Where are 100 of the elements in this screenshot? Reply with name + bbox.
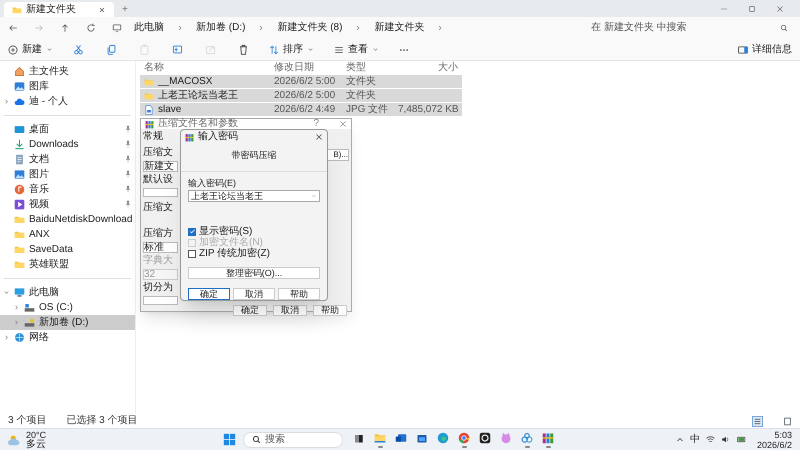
taskbar-search[interactable]: 搜索 — [243, 432, 343, 448]
chevron-down-icon — [3, 289, 10, 296]
breadcrumb[interactable]: 新加卷 (D:) — [196, 23, 246, 33]
sidebar-item[interactable]: SaveData — [0, 242, 135, 257]
view-button[interactable]: 查看 — [334, 44, 379, 54]
filename-field[interactable]: 新建文 — [143, 161, 178, 172]
new-button[interactable]: 新建 — [8, 44, 53, 54]
rename-icon[interactable] — [172, 44, 183, 55]
dialog-button[interactable]: 帮助 — [313, 305, 347, 316]
details-button[interactable]: 详细信息 — [738, 44, 792, 54]
checkbox-option[interactable]: 显示密码(S) — [188, 226, 320, 237]
copy-icon[interactable] — [106, 44, 117, 55]
organize-passwords-button[interactable]: 整理密码(O)... — [188, 267, 320, 279]
battery-icon[interactable] — [736, 435, 747, 444]
dialog-label: 默认设 — [143, 175, 174, 185]
help-button[interactable]: ? — [313, 119, 319, 129]
weather-widget[interactable]: 20°C 多云 — [8, 430, 128, 450]
folder-icon — [12, 4, 22, 14]
sort-button[interactable]: 排序 — [269, 44, 314, 54]
text-field[interactable] — [143, 296, 178, 305]
file-row[interactable]: __MACOSX 2026/6/2 5:00 文件夹 — [140, 75, 462, 88]
column-header[interactable]: 类型 — [342, 63, 394, 73]
file-date: 2026/6/2 5:00 — [273, 90, 336, 100]
file-date: 2026/6/2 5:00 — [273, 76, 336, 86]
cut-icon[interactable] — [73, 44, 84, 55]
folder-icon — [144, 76, 154, 86]
sidebar-item[interactable]: Downloads — [0, 137, 135, 152]
sidebar-item[interactable]: ANX — [0, 227, 135, 242]
caret-icon — [46, 46, 53, 53]
column-header[interactable]: 名称 — [140, 63, 270, 73]
text-field[interactable] — [143, 188, 178, 197]
dialog-button[interactable]: 确定 — [188, 288, 230, 300]
browser-tab[interactable]: 新建文件夹 — [4, 2, 114, 17]
dialog-button[interactable]: 取消 — [273, 305, 307, 316]
pictures-icon — [14, 169, 25, 180]
details-view-button[interactable] — [752, 416, 763, 426]
mail-icon — [395, 432, 407, 444]
refresh-icon[interactable] — [86, 23, 96, 33]
drive-icon — [24, 317, 35, 328]
address-bar[interactable]: 此电脑 新加卷 (D:) 新建文件夹 (8) 新建文件夹 — [112, 19, 571, 37]
file-row[interactable]: 上老王论坛当老王 2026/6/2 5:00 文件夹 — [140, 89, 462, 102]
browse-button[interactable]: B)... — [327, 149, 349, 161]
column-header[interactable]: 大小 — [394, 63, 462, 73]
dialog-tab[interactable]: 常规 — [143, 132, 178, 142]
up-icon[interactable] — [60, 23, 70, 33]
sidebar-item[interactable]: OS (C:) — [0, 300, 135, 315]
checkbox-option[interactable]: ZIP 传统加密(Z) — [188, 248, 320, 259]
sidebar-item[interactable]: 图库 — [0, 79, 135, 94]
sidebar-label: 音乐 — [29, 184, 49, 194]
document-icon — [14, 154, 25, 165]
sidebar-item[interactable]: 视频 — [0, 197, 135, 212]
trash-icon[interactable] — [238, 44, 249, 55]
file-type: 文件夹 — [345, 76, 377, 86]
caret-icon — [311, 193, 317, 199]
close-icon[interactable] — [98, 6, 106, 14]
breadcrumb[interactable]: 此电脑 — [134, 23, 164, 33]
sidebar-item[interactable]: 英雄联盟 — [0, 257, 135, 272]
clock[interactable]: 5:03 2026/6/2 — [756, 430, 792, 450]
sidebar-item[interactable]: 桌面 — [0, 122, 135, 137]
breadcrumb[interactable]: 新建文件夹 — [374, 23, 424, 33]
close-icon[interactable] — [776, 4, 784, 12]
sidebar-label: 新加卷 (D:) — [39, 318, 88, 328]
sidebar-item[interactable]: 音乐 — [0, 182, 135, 197]
password-field[interactable]: 上老王论坛当老王 — [188, 190, 320, 202]
windows-icon[interactable] — [223, 433, 236, 446]
clock-time: 5:03 — [774, 430, 792, 440]
music-icon — [14, 184, 25, 195]
maximize-icon[interactable] — [748, 4, 756, 12]
sidebar-item[interactable]: BaiduNetdiskDownload — [0, 212, 135, 227]
home-icon — [14, 66, 25, 77]
chevron-up-icon[interactable] — [676, 436, 684, 444]
sidebar-item[interactable]: 迪 - 个人 — [0, 94, 135, 109]
column-header[interactable]: 修改日期 — [270, 63, 342, 73]
sidebar-item[interactable]: 主文件夹 — [0, 64, 135, 79]
sidebar-item[interactable]: 网络 — [0, 330, 135, 345]
sidebar-item[interactable]: 此电脑 — [0, 285, 135, 300]
dialog-button[interactable]: 帮助 — [278, 288, 320, 300]
tiles-icon[interactable] — [783, 416, 792, 426]
dialog-label: 压缩文 — [143, 148, 174, 158]
back-icon[interactable] — [8, 23, 18, 33]
close-icon[interactable] — [315, 133, 323, 142]
method-dropdown[interactable]: 标准 — [143, 242, 178, 253]
dialog-button[interactable]: 取消 — [233, 288, 275, 300]
input-method-indicator[interactable]: 中 — [690, 434, 700, 444]
sidebar-item[interactable]: 文档 — [0, 152, 135, 167]
sidebar-item[interactable]: 新加卷 (D:) — [0, 315, 135, 330]
cloud-icon — [14, 96, 25, 107]
pin-icon — [124, 155, 132, 163]
dialog-button[interactable]: 确定 — [233, 305, 267, 316]
new-tab-button[interactable]: + — [122, 5, 128, 15]
file-row[interactable]: slave 2026/6/2 4:49 JPG 文件 7,485,072 KB — [140, 103, 462, 116]
speaker-icon[interactable] — [720, 435, 730, 444]
search-field[interactable]: 在 新建文件夹 中搜索 — [587, 19, 792, 37]
sidebar-label: 图片 — [29, 170, 49, 180]
sidebar-item[interactable]: 图片 — [0, 167, 135, 182]
wifi-icon[interactable] — [706, 435, 715, 444]
sidebar-label: 迪 - 个人 — [29, 96, 68, 106]
file-name: __MACOSX — [158, 76, 212, 86]
sidebar-label: BaiduNetdiskDownload — [29, 214, 132, 224]
breadcrumb[interactable]: 新建文件夹 (8) — [277, 23, 342, 33]
